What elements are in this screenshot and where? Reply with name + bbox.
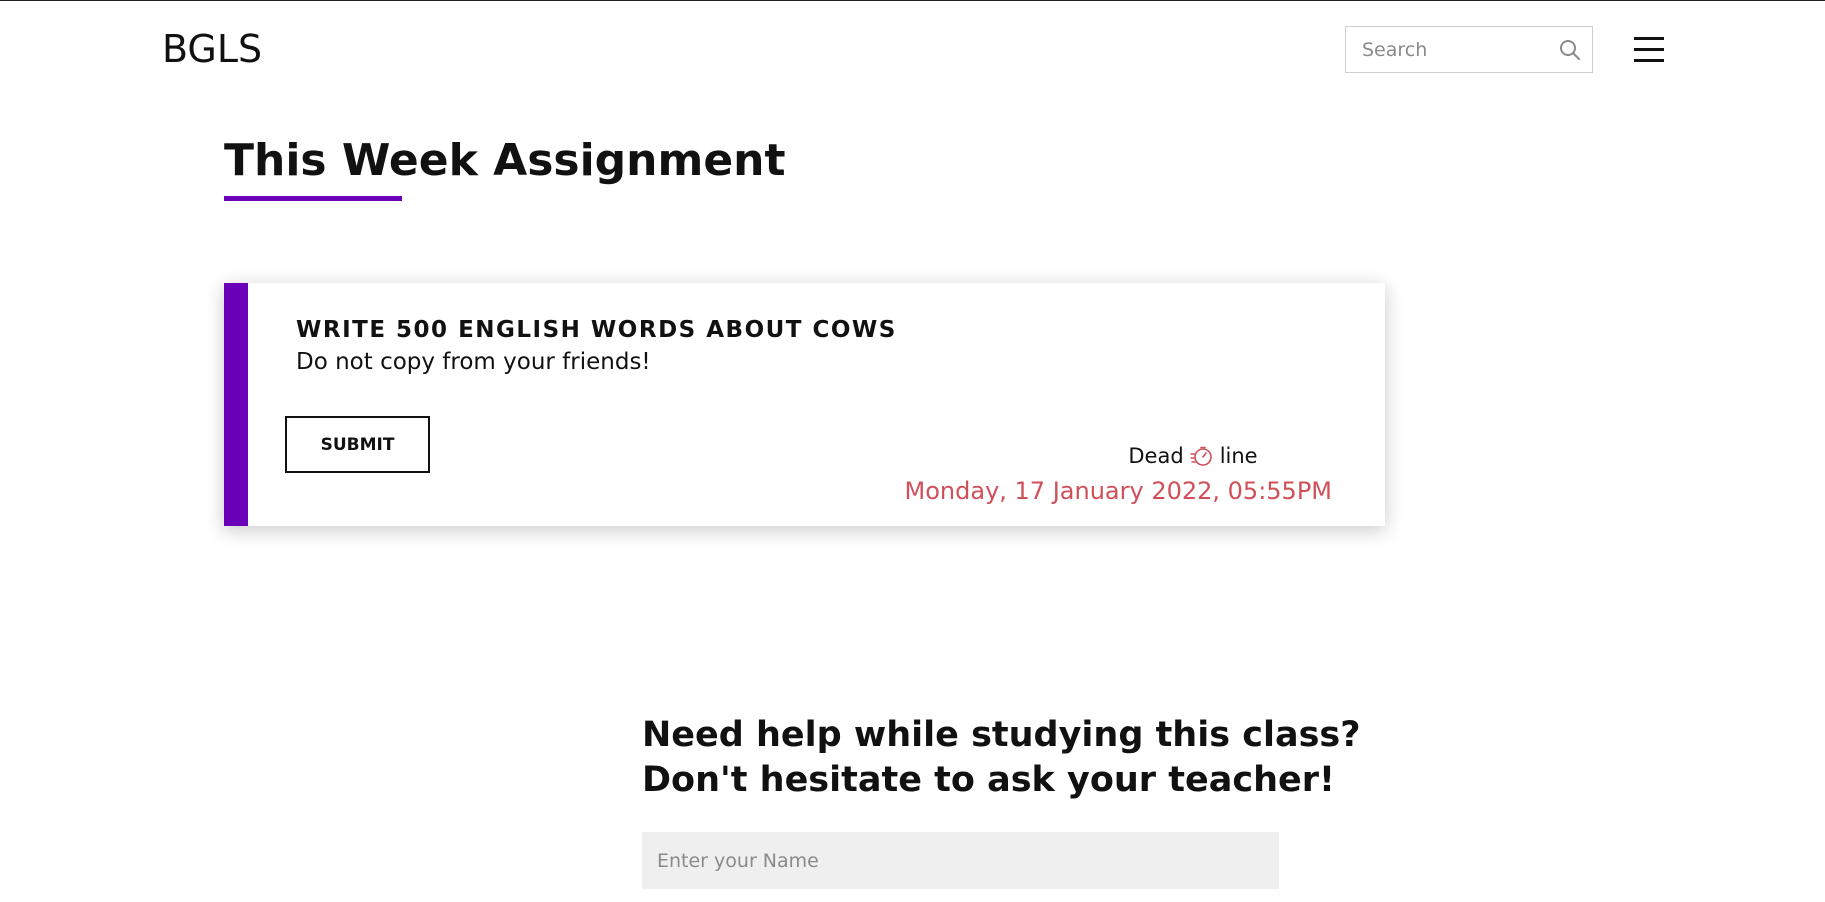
search-box[interactable]: [1345, 26, 1593, 73]
hamburger-menu-icon[interactable]: [1634, 37, 1664, 63]
assignment-subtitle: Do not copy from your friends!: [296, 349, 651, 375]
deadline-suffix: line: [1219, 444, 1258, 468]
name-input[interactable]: [642, 832, 1279, 889]
assignment-title: WRITE 500 ENGLISH WORDS ABOUT COWS: [296, 317, 897, 343]
card-accent-bar: [224, 283, 248, 526]
site-logo[interactable]: BGLS: [162, 27, 262, 71]
menu-bar: [1634, 48, 1664, 51]
help-heading: Need help while studying this class? Don…: [642, 713, 1361, 803]
menu-bar: [1634, 37, 1664, 40]
deadline-prefix: Dead: [1128, 444, 1184, 468]
submit-button[interactable]: SUBMIT: [285, 416, 430, 473]
timer-icon: [1189, 446, 1212, 466]
help-heading-line2: Don't hesitate to ask your teacher!: [642, 760, 1335, 800]
page: BGLS This Week Assignment WRITE 500 ENGL…: [0, 0, 1825, 902]
deadline-label: Dead line: [1073, 444, 1313, 468]
search-input[interactable]: [1346, 37, 1554, 62]
title-underline: [224, 196, 402, 201]
help-heading-line1: Need help while studying this class?: [642, 715, 1361, 755]
page-title: This Week Assignment: [224, 135, 786, 186]
assignment-card: WRITE 500 ENGLISH WORDS ABOUT COWS Do no…: [224, 283, 1385, 526]
menu-bar: [1634, 59, 1664, 62]
search-icon[interactable]: [1558, 38, 1582, 62]
deadline-date: Monday, 17 January 2022, 05:55PM: [904, 477, 1332, 505]
